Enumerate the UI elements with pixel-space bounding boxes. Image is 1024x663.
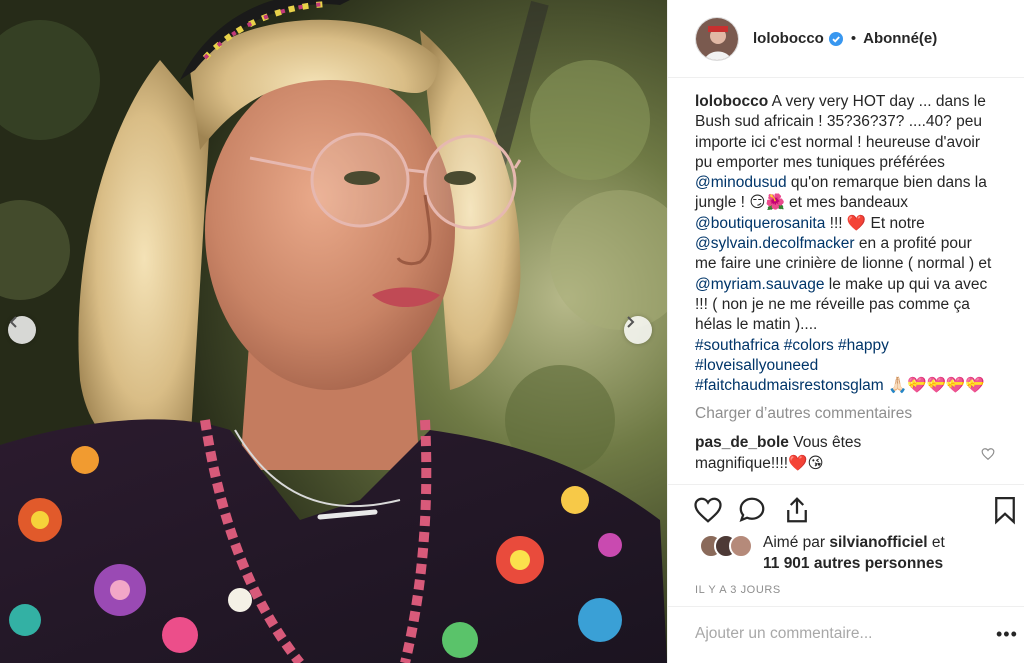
caption-username[interactable]: lolobocco bbox=[695, 93, 768, 110]
comment-like-heart-icon[interactable] bbox=[981, 447, 995, 461]
add-comment-input[interactable] bbox=[695, 625, 955, 643]
post-details-panel: lolobocco • Abonné(e) lolobocco A very v… bbox=[667, 0, 1024, 663]
likes-prefix: Aimé par bbox=[763, 534, 830, 551]
next-photo-button[interactable] bbox=[624, 316, 652, 344]
hashtag-link[interactable]: #colors bbox=[784, 337, 834, 354]
post-author-username[interactable]: lolobocco bbox=[753, 30, 824, 47]
hashtag-link[interactable]: #happy bbox=[838, 337, 889, 354]
verified-badge-icon bbox=[828, 31, 843, 46]
more-options-icon[interactable]: ••• bbox=[996, 625, 1018, 643]
likes-middle: et bbox=[927, 534, 945, 551]
hashtag-link[interactable]: #faitchaudmaisrestonsglam bbox=[695, 377, 884, 394]
avatar[interactable] bbox=[695, 16, 739, 61]
load-more-comments-button[interactable]: Charger d’autres commentaires bbox=[695, 405, 995, 423]
hashtag-link[interactable]: #southafrica bbox=[695, 337, 779, 354]
caption-text: !!! ❤️ Et notre bbox=[825, 214, 925, 232]
follow-status-button[interactable]: Abonné(e) bbox=[863, 30, 937, 47]
comments-section: lolobocco A very very HOT day ... dans l… bbox=[695, 92, 995, 474]
share-icon[interactable] bbox=[782, 495, 812, 525]
likes-text: Aimé par silvianofficiel et 11 901 autre… bbox=[763, 532, 945, 574]
heart-icon[interactable] bbox=[693, 495, 723, 525]
mention-link[interactable]: @boutiquerosanita bbox=[695, 215, 825, 232]
post-photo[interactable] bbox=[0, 0, 667, 663]
liker-avatar[interactable] bbox=[729, 534, 753, 558]
liker-username[interactable]: silvianofficiel bbox=[829, 534, 927, 551]
post-caption: lolobocco A very very HOT day ... dans l… bbox=[695, 92, 995, 396]
bookmark-icon[interactable] bbox=[990, 495, 1020, 525]
likes-summary: Aimé par silvianofficiel et 11 901 autre… bbox=[699, 532, 1009, 574]
liker-avatars bbox=[699, 534, 755, 558]
caption-emoji: 🙏🏻💝💝💝💝 bbox=[883, 377, 985, 395]
mention-link[interactable]: @myriam.sauvage bbox=[695, 276, 824, 293]
add-comment-bar: ••• bbox=[668, 606, 1024, 663]
chevron-right-icon bbox=[627, 316, 635, 328]
likes-count-button[interactable]: 11 901 autres personnes bbox=[763, 555, 943, 572]
post-header: lolobocco • Abonné(e) bbox=[668, 0, 1024, 78]
speech-bubble-icon[interactable] bbox=[737, 495, 767, 525]
mention-link[interactable]: @minodusud bbox=[695, 174, 787, 191]
separator-dot: • bbox=[850, 30, 857, 47]
comment-username[interactable]: pas_de_bole bbox=[695, 434, 789, 451]
chevron-left-icon bbox=[9, 316, 17, 328]
avatar-image bbox=[696, 17, 738, 60]
post-timestamp[interactable]: Il y a 3 jours bbox=[695, 584, 781, 596]
portrait-illustration bbox=[0, 0, 667, 663]
hashtag-link[interactable]: #loveisallyouneed bbox=[695, 357, 818, 374]
post-actions-bar bbox=[668, 484, 1024, 534]
mention-link[interactable]: @sylvain.decolfmacker bbox=[695, 235, 855, 252]
previous-photo-button[interactable] bbox=[8, 316, 36, 344]
comment-item: pas_de_bole Vous êtes magnifique!!!!❤️😘 bbox=[695, 433, 995, 474]
